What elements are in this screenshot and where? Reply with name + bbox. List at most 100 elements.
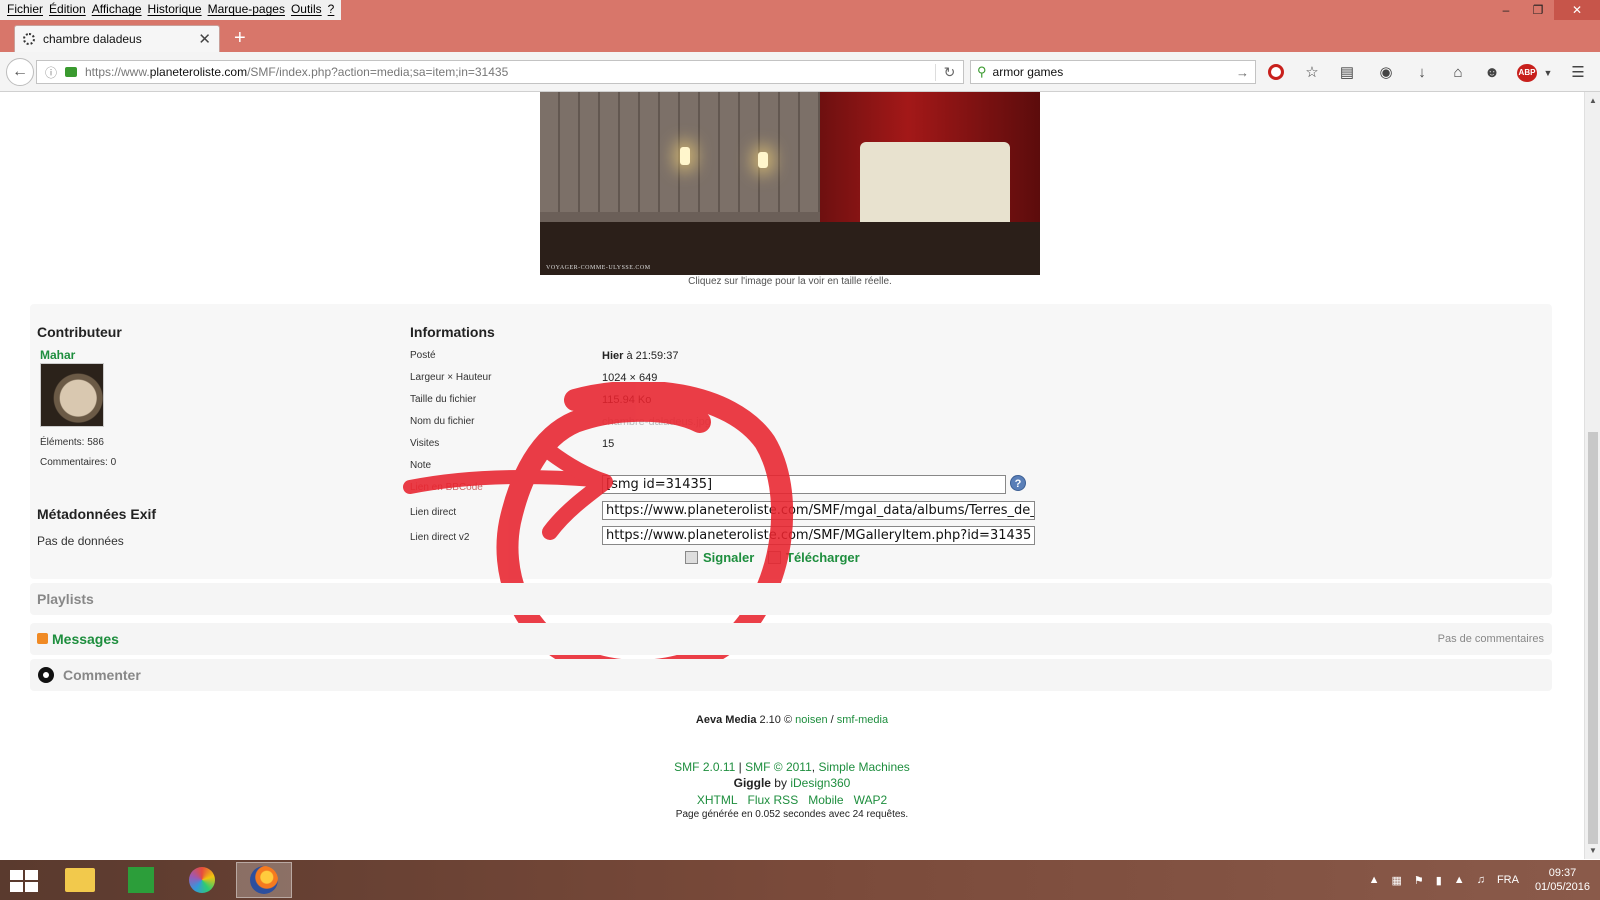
messages-title[interactable]: Messages (52, 631, 119, 647)
smf-copyright-link[interactable]: SMF © 2011 (745, 760, 812, 774)
system-tray: ▲ ▦ ⚑ ▮ ▲ ♫ FRA 09:37 01/05/2016 (1357, 860, 1590, 900)
rss-link[interactable]: Flux RSS (748, 793, 799, 807)
exif-none: Pas de données (37, 534, 124, 548)
firefox-icon[interactable] (236, 862, 292, 898)
menu-outils[interactable]: Outils (288, 0, 325, 20)
idesign-link[interactable]: iDesign360 (790, 776, 850, 790)
url-domain: planeteroliste.com (149, 65, 248, 79)
noisen-link[interactable]: noisen (795, 714, 827, 726)
url-path: /SMF/index.php?action=media;sa=item;in=3… (247, 65, 509, 79)
scroll-down-icon[interactable]: ▼ (1585, 846, 1600, 855)
record-icon[interactable] (1266, 64, 1286, 82)
maximize-button[interactable]: ❐ (1522, 0, 1554, 20)
reading-list-icon[interactable]: ▤ (1337, 64, 1357, 82)
menu-historique[interactable]: Historique (145, 0, 205, 20)
dimensions-value: 1024 × 649 (602, 372, 658, 384)
report-button[interactable]: Signaler (685, 550, 754, 565)
search-go-icon[interactable]: → (1236, 65, 1249, 80)
xhtml-link[interactable]: XHTML (697, 793, 738, 807)
tab-close-icon[interactable]: ✕ (198, 30, 211, 48)
contributor-name-link[interactable]: Mahar (40, 348, 75, 362)
file-explorer-icon[interactable] (52, 862, 108, 898)
posted-time: à 21:59:37 (623, 350, 679, 362)
direct-link-v2-field[interactable]: https://www.planeteroliste.com/SMF/MGall… (602, 526, 1035, 545)
dimensions-label: Largeur × Hauteur (410, 372, 492, 383)
windows-start-icon[interactable] (10, 870, 38, 892)
mobile-link[interactable]: Mobile (808, 793, 843, 807)
theme-credit: Giggle by iDesign360 (0, 776, 1584, 790)
tray-language[interactable]: FRA (1497, 874, 1519, 886)
tray-windows-icon[interactable]: ▦ (1391, 874, 1401, 887)
menu-bar: Fichier Édition Affichage Historique Mar… (0, 0, 342, 20)
filesize-label: Taille du fichier (410, 394, 477, 405)
menu-help[interactable]: ? (325, 0, 338, 20)
chat-icon[interactable]: ☻ (1482, 64, 1502, 82)
search-input[interactable]: ⚲ armor games → (970, 60, 1256, 84)
url-bar[interactable]: ⓘ https://www.planeteroliste.com/SMF/ind… (36, 60, 964, 84)
giggle-by: by (770, 776, 791, 790)
home-icon[interactable]: ⌂ (1448, 64, 1468, 82)
smf-version-link[interactable]: SMF 2.0.11 (674, 760, 735, 774)
back-button[interactable]: ← (6, 58, 34, 86)
clock[interactable]: 09:37 01/05/2016 (1535, 866, 1590, 894)
posted-value: Hier à 21:59:37 (602, 350, 678, 362)
playlists-row[interactable]: Playlists (30, 583, 1552, 615)
close-window-button[interactable]: ✕ (1554, 0, 1600, 20)
store-icon[interactable] (113, 862, 169, 898)
hamburger-menu-icon[interactable]: ☰ (1568, 64, 1588, 82)
tray-volume-icon[interactable]: ♫ (1477, 874, 1485, 886)
comment-row[interactable]: Commenter (30, 659, 1552, 691)
tray-network-icon[interactable]: ▲ (1454, 874, 1465, 886)
giggle-name: Giggle (733, 776, 771, 790)
wap2-link[interactable]: WAP2 (854, 793, 888, 807)
adblock-icon[interactable]: ABP (1517, 64, 1537, 82)
media-photo[interactable]: VOYAGER-COMME-ULYSSE.COM (540, 92, 1040, 275)
simple-machines-link[interactable]: Simple Machines (818, 760, 909, 774)
filesize-value: 115.94 Ko (602, 394, 652, 406)
reload-icon[interactable]: ↻ (935, 63, 963, 81)
minimize-button[interactable]: – (1490, 0, 1522, 20)
download-label: Télécharger (786, 550, 860, 565)
clock-date: 01/05/2016 (1534, 881, 1590, 893)
url-prefix: https://www. (85, 65, 150, 79)
tray-flag-icon[interactable]: ⚑ (1414, 874, 1424, 887)
contributor-heading: Contributeur (37, 324, 122, 340)
aeva-sep: / (827, 714, 837, 726)
menu-affichage[interactable]: Affichage (89, 0, 145, 20)
page-content: VOYAGER-COMME-ULYSSE.COM Cliquez sur l'i… (0, 92, 1584, 859)
scrollbar-thumb[interactable] (1588, 432, 1598, 844)
direct-link-field[interactable]: https://www.planeteroliste.com/SMF/mgal_… (602, 501, 1035, 520)
scroll-up-icon[interactable]: ▲ (1585, 96, 1600, 105)
scrollbar[interactable]: ▲ ▼ (1584, 92, 1600, 859)
photo-caption: Cliquez sur l'image pour la voir en tail… (688, 276, 892, 287)
report-icon (685, 551, 698, 564)
menu-fichier[interactable]: Fichier (4, 0, 46, 20)
lock-icon (65, 67, 77, 77)
new-tab-button[interactable]: + (234, 27, 246, 50)
tray-arrow-icon[interactable]: ▲ (1369, 874, 1380, 886)
help-icon[interactable]: ? (1010, 475, 1026, 491)
url-text[interactable]: https://www.planeteroliste.com/SMF/index… (85, 65, 935, 79)
tab-chambre-daladeus[interactable]: chambre daladeus ✕ (14, 25, 220, 52)
page-generated: Page générée en 0.052 secondes avec 24 r… (675, 809, 909, 820)
info-icon[interactable]: ⓘ (43, 64, 59, 81)
smf-credit: SMF 2.0.11 | SMF © 2011, Simple Machines (0, 760, 1584, 774)
tray-battery-icon[interactable]: ▮ (1436, 874, 1442, 887)
bbcode-field[interactable]: [smg id=31435] (602, 475, 1006, 494)
rss-icon[interactable] (37, 633, 48, 644)
download-button[interactable]: Télécharger (768, 550, 860, 565)
smf-media-link[interactable]: smf-media (837, 714, 888, 726)
filename-label: Nom du fichier (410, 416, 475, 427)
pocket-icon[interactable]: ◉ (1376, 64, 1396, 82)
menu-marque-pages[interactable]: Marque-pages (205, 0, 288, 20)
menu-edition[interactable]: Édition (46, 0, 89, 20)
clock-time: 09:37 (1548, 867, 1577, 879)
contributor-elements: Éléments: 586 (40, 437, 104, 448)
bookmark-star-icon[interactable]: ☆ (1302, 64, 1322, 82)
avatar[interactable] (40, 363, 104, 427)
download-icon[interactable]: ↓ (1412, 64, 1432, 82)
adblock-dropdown-icon[interactable]: ▼ (1538, 64, 1558, 82)
media-app-icon[interactable] (174, 862, 230, 898)
smf-sep: | (735, 760, 746, 774)
photo-candle (758, 152, 768, 168)
